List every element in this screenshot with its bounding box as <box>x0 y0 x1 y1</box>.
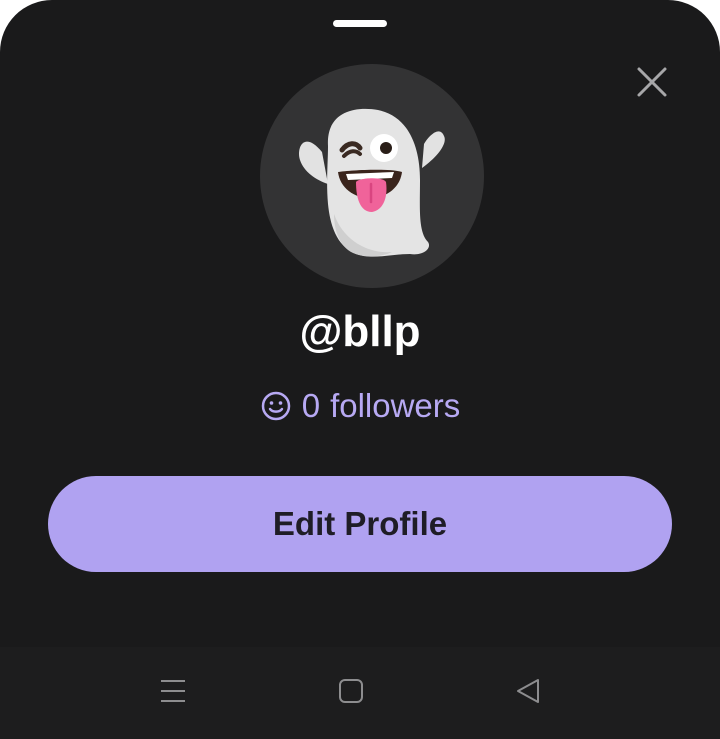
recent-apps-button[interactable] <box>149 669 197 717</box>
back-icon <box>514 677 542 710</box>
back-button[interactable] <box>504 669 552 717</box>
username: @bllp <box>299 307 421 356</box>
drag-handle[interactable] <box>333 20 387 27</box>
close-button[interactable] <box>628 60 676 108</box>
followers-label: followers <box>330 387 461 424</box>
home-icon <box>337 677 365 710</box>
ghost-emoji-icon <box>260 64 484 288</box>
edit-profile-button[interactable]: Edit Profile <box>48 476 672 572</box>
close-icon <box>636 66 668 103</box>
profile-sheet: @bllp 0 followers Edit Profile <box>0 0 720 739</box>
recent-apps-icon <box>159 677 187 710</box>
smile-icon <box>260 390 292 422</box>
followers-count: 0 <box>301 387 321 424</box>
followers-link[interactable]: 0 followers <box>0 384 720 428</box>
home-button[interactable] <box>327 669 375 717</box>
system-navigation-bar <box>0 647 720 739</box>
avatar[interactable] <box>260 64 484 288</box>
